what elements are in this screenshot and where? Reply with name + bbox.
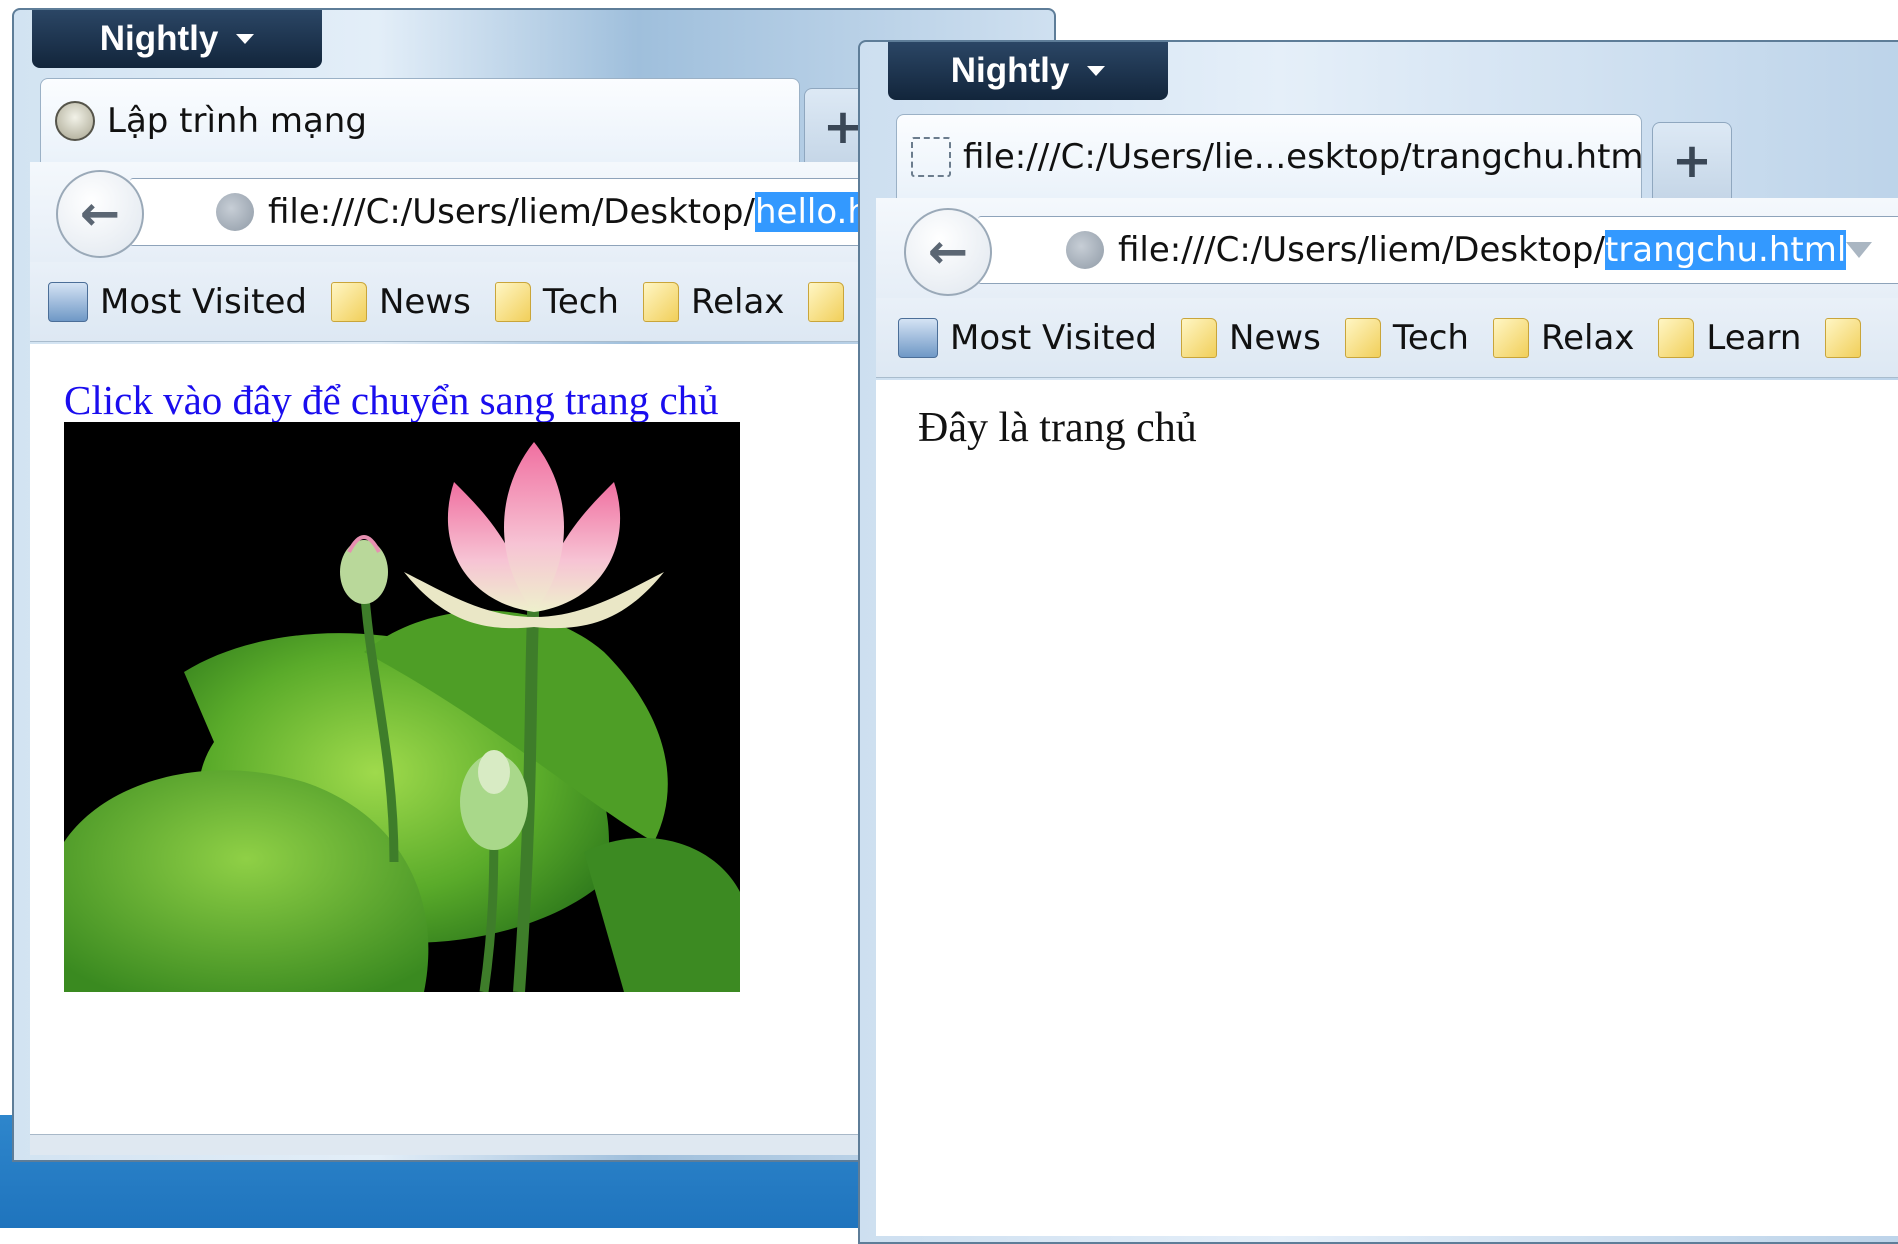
nightly-menu-label: Nightly <box>950 51 1070 90</box>
back-arrow-icon: ← <box>79 186 121 242</box>
bookmark-label: Relax <box>1540 317 1635 358</box>
bookmark-label: Tech <box>542 281 619 322</box>
bookmark-learn[interactable]: Learn <box>1658 317 1802 358</box>
chevron-down-icon <box>236 34 255 44</box>
tab-trangchu[interactable]: file:///C:/Users/lie...esktop/trangchu.h… <box>896 114 1642 198</box>
bookmarks-toolbar: Most Visited News Tech Relax Learn <box>876 298 1898 378</box>
folder-icon <box>1658 317 1695 358</box>
back-button[interactable]: ← <box>904 208 992 296</box>
globe-icon <box>216 193 254 231</box>
bookmark-most-visited[interactable]: Most Visited <box>898 317 1157 358</box>
nightly-menu-label: Nightly <box>99 19 219 58</box>
folder-icon <box>642 281 679 322</box>
chevron-down-icon <box>1087 66 1106 76</box>
url-base: file:///C:/Users/liem/Desktop/ <box>1118 230 1605 270</box>
tab-title: Lập trình mạng <box>107 100 367 141</box>
page-content-trangchu: Đây là trang chủ <box>876 380 1898 1236</box>
bookmark-label: News <box>1228 317 1321 358</box>
url-dropdown-icon[interactable] <box>1846 242 1873 258</box>
folder-icon <box>1825 317 1862 358</box>
folder-icon <box>808 281 845 322</box>
bookmark-label: Relax <box>690 281 785 322</box>
folder-icon <box>494 281 531 322</box>
favicon-icon <box>55 100 95 141</box>
bookmark-tech[interactable]: Tech <box>1344 317 1469 358</box>
url-selected: trangchu.html <box>1604 230 1847 270</box>
folder-icon <box>330 281 367 322</box>
bookmark-news[interactable]: News <box>1180 317 1321 358</box>
bookmark-label: Most Visited <box>950 317 1157 358</box>
bookmark-folder-partial[interactable] <box>808 281 845 322</box>
folder-icon <box>1180 317 1217 358</box>
navigation-toolbar: file:///C:/Users/liem/Desktop/trangchu.h… <box>876 198 1898 298</box>
nightly-menu-button[interactable]: Nightly <box>32 10 322 68</box>
homepage-text: Đây là trang chủ <box>918 405 1197 451</box>
new-tab-button[interactable]: + <box>1652 122 1732 198</box>
link-to-homepage[interactable]: Click vào đây để chuyển sang trang chủ <box>64 376 719 424</box>
bookmark-label: Most Visited <box>100 281 307 322</box>
tab-title: file:///C:/Users/lie...esktop/trangchu.h… <box>963 136 1642 177</box>
nightly-menu-button[interactable]: Nightly <box>888 42 1168 100</box>
most-visited-icon <box>898 317 938 358</box>
blank-page-icon <box>911 136 951 177</box>
bookmark-label: Learn <box>1706 317 1802 358</box>
tab-lap-trinh-mang[interactable]: Lập trình mạng <box>40 78 800 162</box>
bookmark-most-visited[interactable]: Most Visited <box>48 281 307 322</box>
bookmark-label: Tech <box>1392 317 1469 358</box>
url-base: file:///C:/Users/liem/Desktop/ <box>268 192 755 232</box>
bookmark-tech[interactable]: Tech <box>494 281 619 322</box>
url-bar[interactable]: file:///C:/Users/liem/Desktop/trangchu.h… <box>978 216 1898 284</box>
bookmark-relax[interactable]: Relax <box>642 281 785 322</box>
back-arrow-icon: ← <box>927 224 969 280</box>
folder-icon <box>1492 317 1529 358</box>
bookmark-folder-partial[interactable] <box>1825 317 1862 358</box>
back-button[interactable]: ← <box>56 170 144 258</box>
lotus-image <box>64 422 740 992</box>
bookmark-label: News <box>378 281 471 322</box>
most-visited-icon <box>48 281 88 322</box>
folder-icon <box>1344 317 1381 358</box>
bookmark-news[interactable]: News <box>330 281 471 322</box>
globe-icon <box>1066 231 1104 269</box>
bookmark-relax[interactable]: Relax <box>1492 317 1635 358</box>
browser-window-trangchu: Nightly file:///C:/Users/lie...esktop/tr… <box>858 40 1898 1244</box>
